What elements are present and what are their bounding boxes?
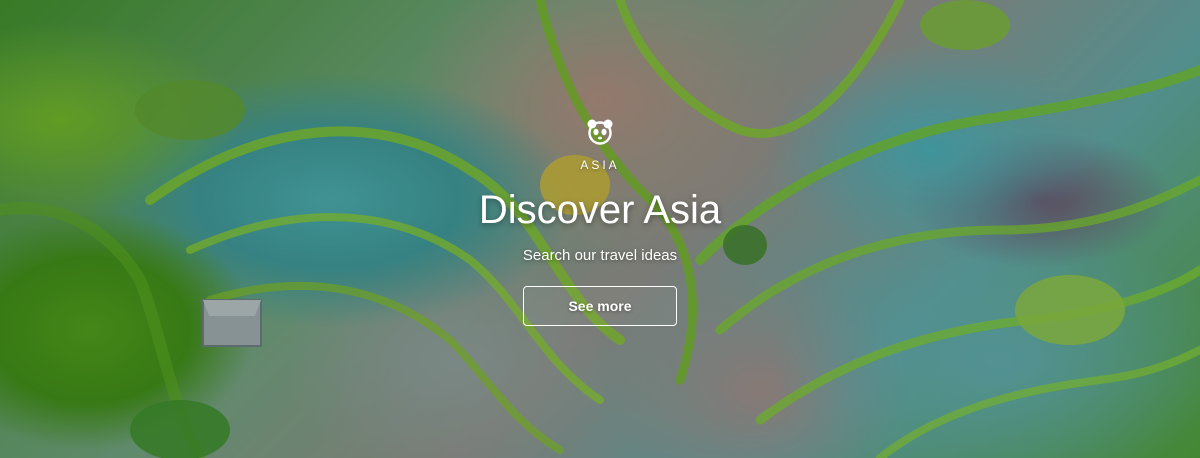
panda-icon [587,119,613,145]
page-title: Discover Asia [478,188,722,232]
see-more-button[interactable]: See more [523,286,677,326]
hero-subtitle: Search our travel ideas [522,247,678,264]
hero-content: ASIA Discover Asia Search our travel ide… [0,118,1200,326]
hero-banner: ASIA Discover Asia Search our travel ide… [0,0,1200,458]
region-label: ASIA [580,158,620,172]
